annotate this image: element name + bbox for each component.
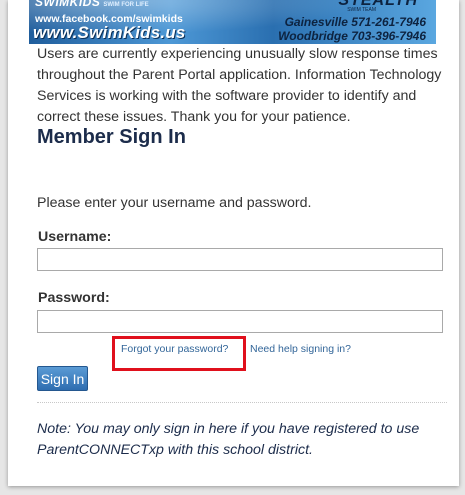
password-field[interactable] <box>37 310 443 333</box>
password-label: Password: <box>38 290 110 306</box>
forgot-password-link[interactable]: Forgot your password? <box>121 343 228 355</box>
banner-gainesville-phone: Gainesville 571-261-7946 <box>284 15 426 29</box>
help-signing-in-link[interactable]: Need help signing in? <box>250 343 351 355</box>
username-field[interactable] <box>37 248 443 271</box>
service-notice: Users are currently experiencing unusual… <box>37 46 442 125</box>
banner-website-url: www.SwimKids.us <box>33 23 186 42</box>
swimkids-logo: SWIMKIDS SWIM FOR LIFE <box>35 0 149 9</box>
sign-in-button[interactable]: Sign In <box>37 366 88 391</box>
dotted-divider <box>37 402 447 403</box>
stealth-subtitle: SWIM TEAM <box>347 7 376 13</box>
page-title: Member Sign In <box>37 126 186 148</box>
page-card: SWIMKIDS SWIM FOR LIFE www.facebook.com/s… <box>8 0 459 486</box>
registration-note: Note: You may only sign in here if you h… <box>37 421 420 458</box>
username-label: Username: <box>38 229 112 245</box>
swimkids-ad-banner[interactable]: SWIMKIDS SWIM FOR LIFE www.facebook.com/s… <box>29 0 436 44</box>
banner-woodbridge-phone: Woodbridge 703-396-7946 <box>278 29 426 43</box>
swimkids-tagline: SWIM FOR LIFE <box>103 2 149 8</box>
swimkids-brand: SWIMKIDS <box>35 0 101 9</box>
signin-prompt: Please enter your username and password. <box>37 195 312 211</box>
